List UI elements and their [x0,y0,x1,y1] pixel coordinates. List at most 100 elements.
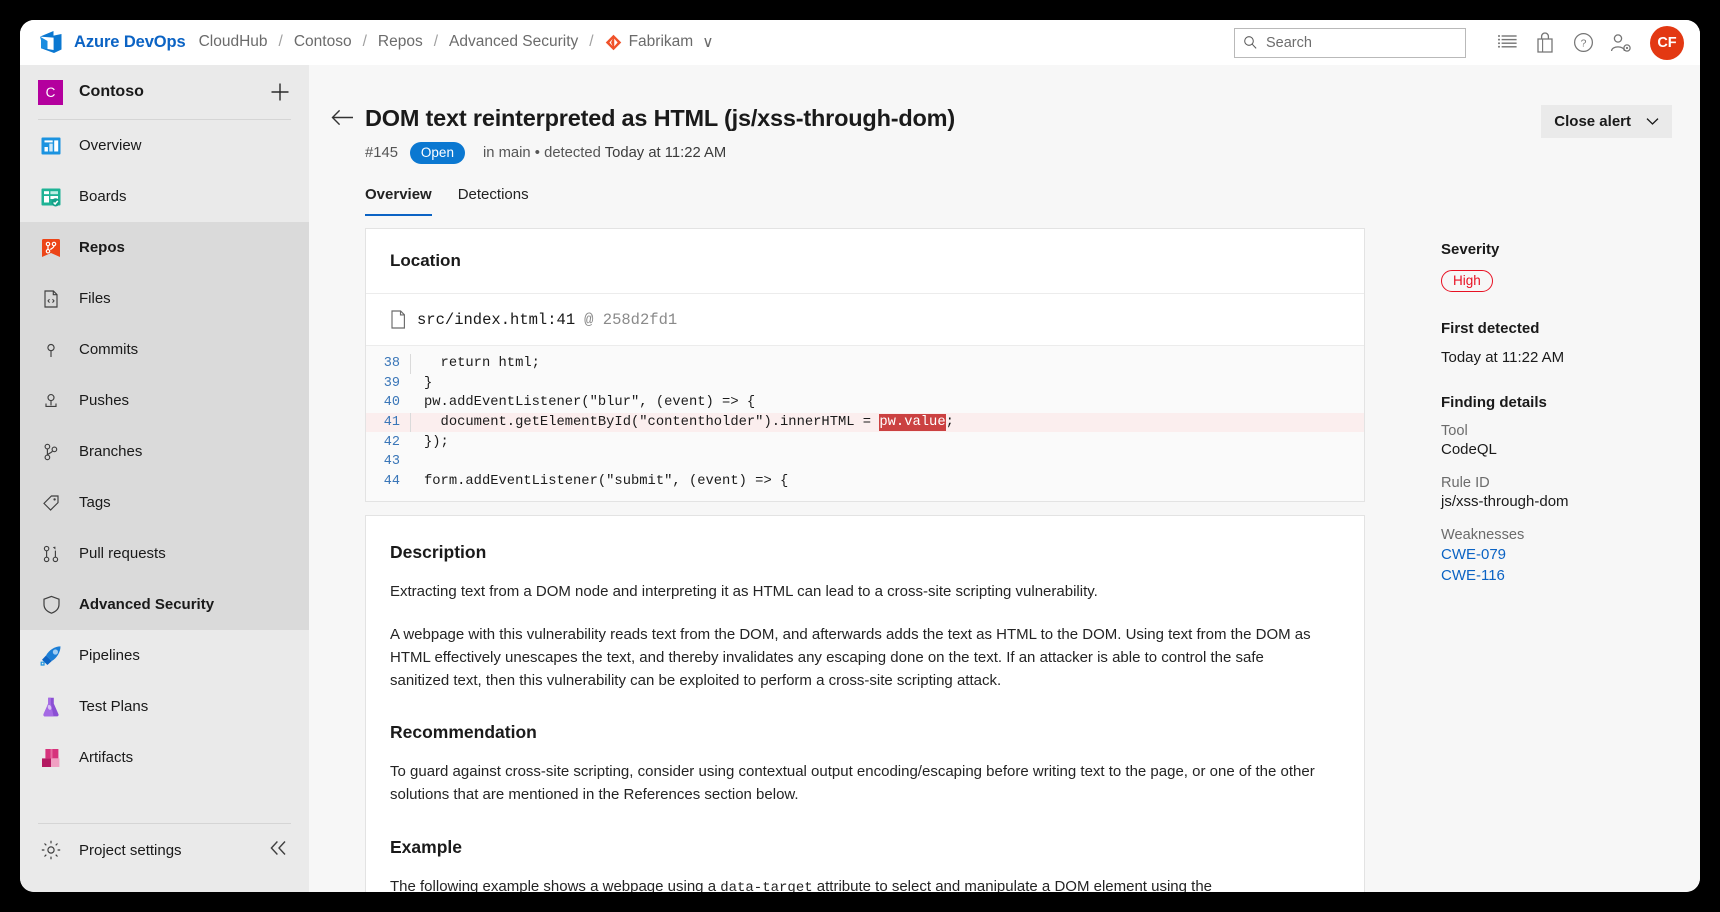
avatar-initials: CF [1657,34,1677,51]
code-line-text: document.getElementById("contentholder")… [424,414,954,432]
back-arrow-icon[interactable] [331,109,354,131]
sidebar-item-artifacts[interactable]: Artifacts [20,732,309,783]
commit-icon [38,337,64,363]
help-question-icon[interactable]: ? [1564,24,1602,62]
tab-detections[interactable]: Detections [458,186,529,216]
breadcrumb-separator: / [278,33,283,50]
code-line-text: return html; [424,356,540,372]
first-detected-label: First detected [1441,320,1540,337]
sidebar-item-overview[interactable]: Overview [20,120,309,171]
breadcrumb-item-advanced-security[interactable]: Advanced Security [449,33,578,51]
repo-selector[interactable]: Fabrikam ∨ [605,33,714,52]
sidebar-item-pipelines[interactable]: Pipelines [20,630,309,681]
severity-badge: High [1441,270,1493,292]
example-heading: Example [390,836,462,857]
sidebar-item-pushes[interactable]: Pushes [20,375,309,426]
sidebar-item-tags[interactable]: Tags [20,477,309,528]
repos-subnav: Files Commits Pushes Branches Tags Pull … [20,273,309,630]
chevron-double-left-icon[interactable] [268,840,289,861]
work-items-icon[interactable] [1488,24,1526,62]
code-line-number: 42 [383,434,400,450]
code-line: 43 [366,452,1364,472]
sidebar-item-branches[interactable]: Branches [20,426,309,477]
sidebar-item-label: Boards [79,188,127,205]
alert-header: DOM text reinterpreted as HTML (js/xss-t… [309,65,1700,216]
code-line: 39} [366,374,1364,394]
user-settings-icon[interactable] [1602,24,1640,62]
code-vulnerable-token: pw.value [879,414,946,432]
sidebar-item-project-settings[interactable]: Project settings [20,826,309,874]
status-badge: Open [409,142,465,164]
code-line-number: 43 [383,454,400,470]
test-plans-icon [38,694,64,720]
location-file-path[interactable]: src/index.html:41 @ 258d2fd1 [366,294,1364,346]
sidebar-item-advanced-security[interactable]: Advanced Security [20,579,309,630]
location-card-title: Location [366,229,1364,294]
alert-number: #145 [365,145,398,161]
sidebar-item-label: Pipelines [79,647,140,664]
breadcrumb-item-repos[interactable]: Repos [378,33,423,51]
repos-icon [38,235,64,261]
code-indent-guide [410,354,411,374]
content-column: Location src/index.html:41 @ 258d2fd1 38… [365,228,1365,892]
breadcrumb-separator: / [433,33,439,50]
code-line-number: 38 [383,356,400,372]
sidebar-item-boards[interactable]: Boards [20,171,309,222]
page-title: DOM text reinterpreted as HTML (js/xss-t… [365,105,955,131]
marketplace-bag-icon[interactable] [1526,24,1564,62]
content-row: Location src/index.html:41 @ 258d2fd1 38… [309,228,1700,892]
sidebar-item-repos[interactable]: Repos [20,222,309,273]
alert-details-panel: Severity High First detected Today at 11… [1441,228,1671,892]
chevron-down-icon [1646,118,1659,125]
recommendation-paragraph: To guard against cross-site scripting, c… [390,763,1315,804]
project-header[interactable]: C Contoso [20,65,309,119]
file-path-text: src/index.html:41 [417,310,576,329]
location-card: Location src/index.html:41 @ 258d2fd1 38… [365,228,1365,503]
description-paragraph-2: A webpage with this vulnerability reads … [390,625,1311,689]
code-line-text: }); [424,434,449,450]
rule-id-label: Rule ID [1441,475,1490,491]
avatar[interactable]: CF [1650,25,1684,60]
sidebar-item-label: Pull requests [79,545,166,562]
repo-name: Fabrikam [628,33,694,50]
code-line-number: 44 [383,473,400,489]
breadcrumb-separator: / [362,33,367,50]
document-icon [391,310,405,329]
sidebar-item-label: Repos [79,239,125,256]
sidebar-item-test-plans[interactable]: Test Plans [20,681,309,732]
sidebar-item-commits[interactable]: Commits [20,324,309,375]
code-line-text: } [424,375,433,391]
file-code-icon [38,286,64,312]
alert-tabs: Overview Detections [365,186,1700,216]
plus-icon[interactable] [269,81,291,103]
sidebar-item-pull-requests[interactable]: Pull requests [20,528,309,579]
pipelines-icon [38,643,64,669]
project-initial: C [45,84,56,100]
close-alert-button[interactable]: Close alert [1541,105,1672,138]
search-input[interactable] [1266,34,1457,51]
project-sidebar: C Contoso Overview Boards Repos Files Co… [20,65,309,892]
sidebar-item-label: Advanced Security [79,596,215,613]
code-snippet[interactable]: 38 return html; 39} 40 pw.addEventListener(… [366,346,1364,502]
severity-label: Severity [1441,241,1500,258]
branch-icon [38,439,64,465]
breadcrumb-item-contoso[interactable]: Contoso [294,33,352,51]
weakness-link-cwe-079[interactable]: CWE-079 [1441,545,1671,566]
overview-icon [38,133,64,159]
breadcrumb-item-cloudhub[interactable]: CloudHub [199,33,268,51]
app-window: Azure DevOps CloudHub / Contoso / Repos … [20,20,1700,892]
sidebar-item-files[interactable]: Files [20,273,309,324]
artifacts-icon [38,745,64,771]
search-box[interactable] [1234,27,1466,58]
weakness-link-cwe-116[interactable]: CWE-116 [1441,566,1671,587]
code-line: 44 form.addEventListener("submit", (event… [366,472,1364,492]
commit-sha-value: 258d2fd1 [602,310,678,329]
tab-overview[interactable]: Overview [365,186,432,216]
code-indent-guide [410,374,411,394]
sidebar-item-label: Test Plans [79,698,149,715]
azure-devops-logo[interactable] [38,29,64,55]
code-line-text: pw.addEventListener("blur", (event) => { [424,395,756,411]
example-text-post: attribute to select and manipulate a DOM… [812,877,1213,892]
brand-title[interactable]: Azure DevOps [74,33,186,52]
